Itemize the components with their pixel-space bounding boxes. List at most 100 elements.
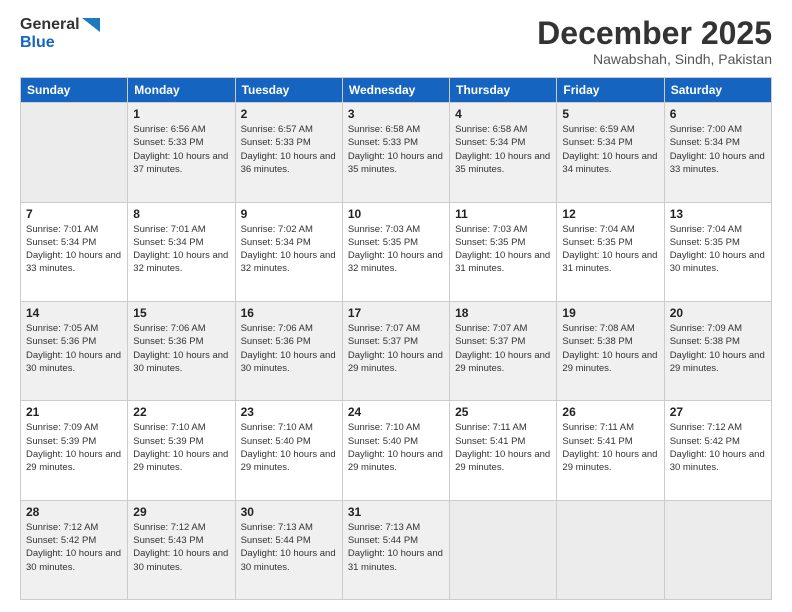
day-number: 23 — [241, 405, 337, 419]
day-number: 29 — [133, 505, 229, 519]
day-info: Sunrise: 6:57 AM Sunset: 5:33 PM Dayligh… — [241, 123, 337, 176]
day-info: Sunrise: 7:01 AM Sunset: 5:34 PM Dayligh… — [133, 223, 229, 276]
day-number: 25 — [455, 405, 551, 419]
calendar-day-cell: 12 Sunrise: 7:04 AM Sunset: 5:35 PM Dayl… — [557, 202, 664, 301]
day-number: 19 — [562, 306, 658, 320]
day-number: 7 — [26, 207, 122, 221]
day-number: 20 — [670, 306, 766, 320]
calendar-day-cell: 2 Sunrise: 6:57 AM Sunset: 5:33 PM Dayli… — [235, 103, 342, 202]
day-number: 9 — [241, 207, 337, 221]
calendar-day-cell: 30 Sunrise: 7:13 AM Sunset: 5:44 PM Dayl… — [235, 500, 342, 599]
day-number: 21 — [26, 405, 122, 419]
title-block: December 2025 Nawabshah, Sindh, Pakistan — [537, 16, 772, 67]
day-info: Sunrise: 7:12 AM Sunset: 5:42 PM Dayligh… — [26, 521, 122, 574]
day-info: Sunrise: 7:07 AM Sunset: 5:37 PM Dayligh… — [455, 322, 551, 375]
day-number: 5 — [562, 107, 658, 121]
calendar-day-cell: 5 Sunrise: 6:59 AM Sunset: 5:34 PM Dayli… — [557, 103, 664, 202]
calendar-day-cell: 15 Sunrise: 7:06 AM Sunset: 5:36 PM Dayl… — [128, 301, 235, 400]
day-info: Sunrise: 7:02 AM Sunset: 5:34 PM Dayligh… — [241, 223, 337, 276]
logo-blue: Blue — [20, 34, 100, 52]
day-number: 12 — [562, 207, 658, 221]
calendar-week-row: 21 Sunrise: 7:09 AM Sunset: 5:39 PM Dayl… — [21, 401, 772, 500]
calendar-header-row: SundayMondayTuesdayWednesdayThursdayFrid… — [21, 78, 772, 103]
day-info: Sunrise: 7:03 AM Sunset: 5:35 PM Dayligh… — [348, 223, 444, 276]
calendar-day-cell: 13 Sunrise: 7:04 AM Sunset: 5:35 PM Dayl… — [664, 202, 771, 301]
calendar-week-row: 28 Sunrise: 7:12 AM Sunset: 5:42 PM Dayl… — [21, 500, 772, 599]
day-number: 4 — [455, 107, 551, 121]
day-info: Sunrise: 7:10 AM Sunset: 5:40 PM Dayligh… — [348, 421, 444, 474]
calendar-day-cell: 3 Sunrise: 6:58 AM Sunset: 5:33 PM Dayli… — [342, 103, 449, 202]
day-info: Sunrise: 7:10 AM Sunset: 5:40 PM Dayligh… — [241, 421, 337, 474]
calendar-day-cell: 20 Sunrise: 7:09 AM Sunset: 5:38 PM Dayl… — [664, 301, 771, 400]
day-info: Sunrise: 7:01 AM Sunset: 5:34 PM Dayligh… — [26, 223, 122, 276]
calendar-day-cell: 8 Sunrise: 7:01 AM Sunset: 5:34 PM Dayli… — [128, 202, 235, 301]
logo: General Blue — [20, 16, 100, 51]
day-number: 31 — [348, 505, 444, 519]
day-info: Sunrise: 7:00 AM Sunset: 5:34 PM Dayligh… — [670, 123, 766, 176]
calendar-day-cell — [664, 500, 771, 599]
day-number: 3 — [348, 107, 444, 121]
calendar-day-cell: 31 Sunrise: 7:13 AM Sunset: 5:44 PM Dayl… — [342, 500, 449, 599]
calendar-day-cell: 24 Sunrise: 7:10 AM Sunset: 5:40 PM Dayl… — [342, 401, 449, 500]
day-info: Sunrise: 7:13 AM Sunset: 5:44 PM Dayligh… — [348, 521, 444, 574]
calendar-day-cell: 17 Sunrise: 7:07 AM Sunset: 5:37 PM Dayl… — [342, 301, 449, 400]
day-number: 18 — [455, 306, 551, 320]
page-title: December 2025 — [537, 16, 772, 51]
day-info: Sunrise: 7:10 AM Sunset: 5:39 PM Dayligh… — [133, 421, 229, 474]
day-info: Sunrise: 7:05 AM Sunset: 5:36 PM Dayligh… — [26, 322, 122, 375]
calendar-day-cell: 14 Sunrise: 7:05 AM Sunset: 5:36 PM Dayl… — [21, 301, 128, 400]
day-number: 1 — [133, 107, 229, 121]
weekday-header-thursday: Thursday — [450, 78, 557, 103]
day-info: Sunrise: 6:59 AM Sunset: 5:34 PM Dayligh… — [562, 123, 658, 176]
calendar-day-cell: 21 Sunrise: 7:09 AM Sunset: 5:39 PM Dayl… — [21, 401, 128, 500]
day-info: Sunrise: 7:12 AM Sunset: 5:43 PM Dayligh… — [133, 521, 229, 574]
weekday-header-sunday: Sunday — [21, 78, 128, 103]
day-number: 17 — [348, 306, 444, 320]
day-number: 27 — [670, 405, 766, 419]
calendar-day-cell: 16 Sunrise: 7:06 AM Sunset: 5:36 PM Dayl… — [235, 301, 342, 400]
calendar-week-row: 7 Sunrise: 7:01 AM Sunset: 5:34 PM Dayli… — [21, 202, 772, 301]
day-number: 2 — [241, 107, 337, 121]
calendar-day-cell: 6 Sunrise: 7:00 AM Sunset: 5:34 PM Dayli… — [664, 103, 771, 202]
page: General Blue December 2025 Nawabshah, Si… — [0, 0, 792, 612]
day-number: 24 — [348, 405, 444, 419]
day-number: 10 — [348, 207, 444, 221]
day-info: Sunrise: 6:58 AM Sunset: 5:34 PM Dayligh… — [455, 123, 551, 176]
weekday-header-tuesday: Tuesday — [235, 78, 342, 103]
day-number: 22 — [133, 405, 229, 419]
day-info: Sunrise: 7:11 AM Sunset: 5:41 PM Dayligh… — [455, 421, 551, 474]
day-info: Sunrise: 7:06 AM Sunset: 5:36 PM Dayligh… — [133, 322, 229, 375]
day-number: 15 — [133, 306, 229, 320]
day-info: Sunrise: 7:09 AM Sunset: 5:38 PM Dayligh… — [670, 322, 766, 375]
day-number: 26 — [562, 405, 658, 419]
calendar-day-cell: 7 Sunrise: 7:01 AM Sunset: 5:34 PM Dayli… — [21, 202, 128, 301]
weekday-header-monday: Monday — [128, 78, 235, 103]
day-number: 28 — [26, 505, 122, 519]
logo-general: General — [20, 16, 100, 34]
day-info: Sunrise: 7:13 AM Sunset: 5:44 PM Dayligh… — [241, 521, 337, 574]
day-info: Sunrise: 7:04 AM Sunset: 5:35 PM Dayligh… — [562, 223, 658, 276]
calendar-day-cell: 22 Sunrise: 7:10 AM Sunset: 5:39 PM Dayl… — [128, 401, 235, 500]
calendar-day-cell: 28 Sunrise: 7:12 AM Sunset: 5:42 PM Dayl… — [21, 500, 128, 599]
day-info: Sunrise: 7:06 AM Sunset: 5:36 PM Dayligh… — [241, 322, 337, 375]
calendar-table: SundayMondayTuesdayWednesdayThursdayFrid… — [20, 77, 772, 600]
calendar-day-cell: 1 Sunrise: 6:56 AM Sunset: 5:33 PM Dayli… — [128, 103, 235, 202]
weekday-header-friday: Friday — [557, 78, 664, 103]
calendar-day-cell: 27 Sunrise: 7:12 AM Sunset: 5:42 PM Dayl… — [664, 401, 771, 500]
day-info: Sunrise: 6:58 AM Sunset: 5:33 PM Dayligh… — [348, 123, 444, 176]
calendar-week-row: 1 Sunrise: 6:56 AM Sunset: 5:33 PM Dayli… — [21, 103, 772, 202]
calendar-week-row: 14 Sunrise: 7:05 AM Sunset: 5:36 PM Dayl… — [21, 301, 772, 400]
calendar-day-cell: 9 Sunrise: 7:02 AM Sunset: 5:34 PM Dayli… — [235, 202, 342, 301]
day-info: Sunrise: 7:11 AM Sunset: 5:41 PM Dayligh… — [562, 421, 658, 474]
page-subtitle: Nawabshah, Sindh, Pakistan — [537, 51, 772, 67]
day-number: 13 — [670, 207, 766, 221]
calendar-day-cell — [450, 500, 557, 599]
calendar-day-cell: 25 Sunrise: 7:11 AM Sunset: 5:41 PM Dayl… — [450, 401, 557, 500]
day-info: Sunrise: 7:12 AM Sunset: 5:42 PM Dayligh… — [670, 421, 766, 474]
day-number: 30 — [241, 505, 337, 519]
calendar-day-cell: 29 Sunrise: 7:12 AM Sunset: 5:43 PM Dayl… — [128, 500, 235, 599]
calendar-day-cell: 19 Sunrise: 7:08 AM Sunset: 5:38 PM Dayl… — [557, 301, 664, 400]
day-number: 14 — [26, 306, 122, 320]
weekday-header-saturday: Saturday — [664, 78, 771, 103]
day-info: Sunrise: 7:04 AM Sunset: 5:35 PM Dayligh… — [670, 223, 766, 276]
